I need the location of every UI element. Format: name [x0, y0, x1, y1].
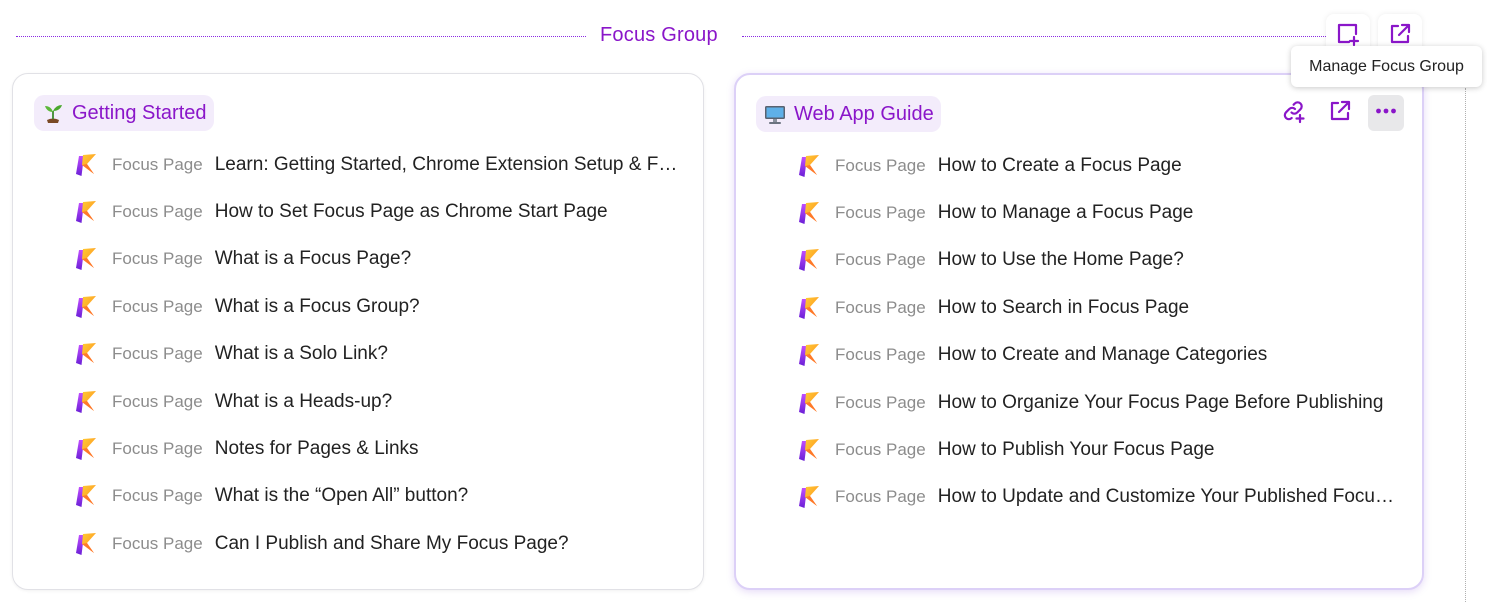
focus-page-logo-icon: [796, 153, 822, 179]
list-item[interactable]: Focus Page How to Create a Focus Page: [796, 142, 1402, 189]
focus-page-logo-icon: [73, 389, 99, 415]
card-actions: [1276, 95, 1404, 131]
link-title: How to Manage a Focus Page: [937, 202, 1194, 224]
card-title-pill[interactable]: Getting Started: [34, 95, 214, 131]
link-list: Focus Page Learn: Getting Started, Chrome…: [73, 141, 683, 568]
list-item[interactable]: Focus Page How to Manage a Focus Page: [796, 189, 1402, 236]
link-title: How to Search in Focus Page: [937, 296, 1190, 318]
link-source-label: Focus Page: [112, 202, 203, 222]
desktop-computer-icon: [764, 103, 786, 125]
focus-group-header: Focus Group: [16, 18, 1326, 54]
link-source-label: Focus Page: [835, 440, 926, 460]
link-title: How to Use the Home Page?: [937, 249, 1184, 271]
link-source-label: Focus Page: [112, 249, 203, 269]
link-source-label: Focus Page: [112, 533, 203, 553]
link-source-label: Focus Page: [835, 487, 926, 507]
card-web-app-guide: Web App Guide Focus Page How to Create a…: [734, 73, 1424, 590]
link-source-label: Focus Page: [835, 203, 926, 223]
link-title: What is a Solo Link?: [214, 343, 388, 365]
card-getting-started: Getting Started Focus Page Learn: Getting…: [12, 73, 704, 590]
focus-page-logo-icon: [73, 436, 99, 462]
open-card-button[interactable]: [1322, 95, 1358, 131]
link-title: What is the “Open All” button?: [214, 485, 469, 507]
list-item[interactable]: Focus Page What is a Heads-up?: [73, 378, 683, 425]
add-link-icon: [1281, 98, 1307, 129]
link-source-label: Focus Page: [112, 344, 203, 364]
focus-page-logo-icon: [796, 247, 822, 273]
list-item[interactable]: Focus Page What is a Solo Link?: [73, 331, 683, 378]
list-item[interactable]: Focus Page Learn: Getting Started, Chrome…: [73, 141, 683, 188]
list-item[interactable]: Focus Page How to Search in Focus Page: [796, 284, 1402, 331]
seedling-icon: [42, 102, 64, 124]
link-list: Focus Page How to Create a Focus Page Foc…: [796, 142, 1402, 521]
focus-page-logo-icon: [73, 246, 99, 272]
link-source-label: Focus Page: [835, 250, 926, 270]
card-title: Web App Guide: [794, 102, 934, 125]
focus-page-logo-icon: [796, 342, 822, 368]
focus-group-title: Focus Group: [600, 24, 718, 46]
link-title: How to Set Focus Page as Chrome Start Pa…: [214, 201, 608, 223]
link-source-label: Focus Page: [835, 155, 926, 175]
link-title: How to Create a Focus Page: [937, 154, 1182, 176]
more-options-icon: [1373, 98, 1399, 129]
list-item[interactable]: Focus Page How to Update and Customize Yo…: [796, 474, 1402, 521]
list-item[interactable]: Focus Page How to Create and Manage Categ…: [796, 332, 1402, 379]
open-external-icon: [1327, 98, 1353, 129]
focus-page-logo-icon: [73, 152, 99, 178]
link-source-label: Focus Page: [112, 296, 203, 316]
link-title: How to Organize Your Focus Page Before P…: [937, 391, 1384, 413]
list-item[interactable]: Focus Page What is a Focus Page?: [73, 236, 683, 283]
list-item[interactable]: Focus Page How to Use the Home Page?: [796, 237, 1402, 284]
link-title: How to Update and Customize Your Publish…: [937, 486, 1402, 508]
list-item[interactable]: Focus Page What is the “Open All” button?: [73, 473, 683, 520]
link-title: Notes for Pages & Links: [214, 438, 419, 460]
card-title-pill[interactable]: Web App Guide: [756, 96, 941, 132]
link-source-label: Focus Page: [112, 439, 203, 459]
focus-page-logo-icon: [796, 390, 822, 416]
link-title: What is a Heads-up?: [214, 390, 393, 412]
focus-page-logo-icon: [796, 484, 822, 510]
list-item[interactable]: Focus Page What is a Focus Group?: [73, 283, 683, 330]
more-options-button[interactable]: [1368, 95, 1404, 131]
link-title: What is a Focus Page?: [214, 248, 412, 270]
column-divider: [1465, 88, 1466, 602]
link-title: Can I Publish and Share My Focus Page?: [214, 532, 569, 554]
card-title: Getting Started: [72, 101, 207, 124]
header-divider-left: [16, 36, 586, 37]
add-link-button[interactable]: [1276, 95, 1312, 131]
focus-page-logo-icon: [73, 199, 99, 225]
list-item[interactable]: Focus Page Can I Publish and Share My Foc…: [73, 520, 683, 567]
focus-page-logo-icon: [73, 294, 99, 320]
list-item[interactable]: Focus Page How to Publish Your Focus Page: [796, 426, 1402, 473]
focus-page-logo-icon: [73, 483, 99, 509]
link-source-label: Focus Page: [835, 345, 926, 365]
link-source-label: Focus Page: [112, 391, 203, 411]
link-title: How to Publish Your Focus Page: [937, 439, 1215, 461]
focus-page-logo-icon: [73, 531, 99, 557]
focus-page-logo-icon: [73, 341, 99, 367]
list-item[interactable]: Focus Page Notes for Pages & Links: [73, 425, 683, 472]
link-title: How to Create and Manage Categories: [937, 344, 1268, 366]
manage-focus-group-tooltip: Manage Focus Group: [1291, 46, 1482, 87]
link-source-label: Focus Page: [112, 486, 203, 506]
list-item[interactable]: Focus Page How to Organize Your Focus Pag…: [796, 379, 1402, 426]
link-title: Learn: Getting Started, Chrome Extension…: [214, 153, 683, 175]
link-source-label: Focus Page: [835, 297, 926, 317]
header-divider-right: [742, 36, 1326, 37]
link-source-label: Focus Page: [112, 154, 203, 174]
focus-page-logo-icon: [796, 437, 822, 463]
link-source-label: Focus Page: [835, 392, 926, 412]
focus-page-logo-icon: [796, 295, 822, 321]
list-item[interactable]: Focus Page How to Set Focus Page as Chrom…: [73, 188, 683, 235]
focus-page-logo-icon: [796, 200, 822, 226]
link-title: What is a Focus Group?: [214, 295, 420, 317]
